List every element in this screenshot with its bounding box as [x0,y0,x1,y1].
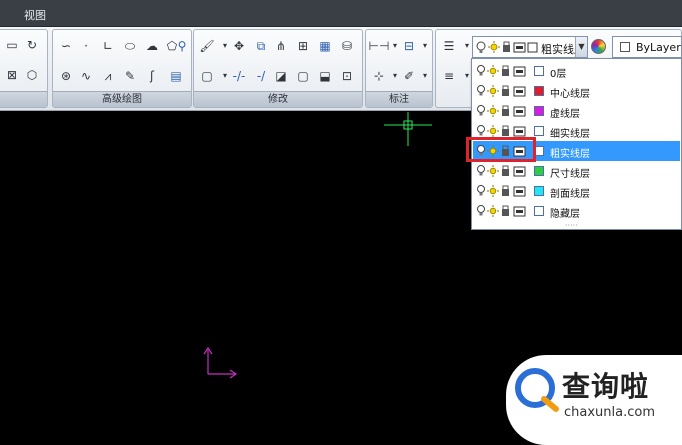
draw-panel-title [0,91,47,107]
rectangle-select-icon[interactable]: ▢ [198,67,216,85]
layer-name: 0层 [550,69,567,80]
spline-icon[interactable]: ∽ [57,37,75,55]
layer-color-swatch[interactable] [534,66,544,76]
dimension-title: 标注 [366,91,432,107]
pen-icon[interactable]: ✎ [121,67,139,85]
stamp-icon[interactable]: ⛁ [338,37,356,55]
copy-icon[interactable]: ⧉ [252,37,270,55]
layer-row[interactable]: 0层 [473,61,680,81]
ucs-axis-icon [203,346,238,379]
color-swatch [620,42,630,52]
color-label: ByLayer [636,41,681,54]
dropdown-resize-grip-icon[interactable]: ····· [565,221,578,230]
search-logo-icon [515,368,559,412]
extend-icon[interactable]: -/ [252,67,270,85]
table-icon[interactable]: ▤ [167,67,185,85]
lineweight-icon[interactable]: ≡ [440,67,458,85]
dropdown-chevron-icon[interactable]: ▾ [416,67,434,85]
angle-icon[interactable]: ∟ [99,37,117,55]
watermark: 查询啦 chaxunla.com [500,355,682,445]
chamfer-icon[interactable]: ⬓ [316,67,334,85]
layer-state-icons [476,41,538,53]
layer-dropdown-arrow-icon[interactable]: ▼ [575,37,587,57]
color-wheel-icon[interactable] [591,39,606,54]
revcloud-icon[interactable]: ☁ [143,37,161,55]
explode-icon[interactable]: ⊡ [338,67,356,85]
watermark-url: chaxunla.com [564,405,655,420]
wave-icon[interactable]: ∿ [77,67,95,85]
watermark-brand: 查询啦 [562,370,650,403]
menu-view[interactable]: 视图 [24,7,46,23]
layer-row[interactable]: 中心线层 [473,81,680,101]
region-icon[interactable]: ⊠ [3,66,21,84]
layer-state-icons[interactable] [476,84,532,98]
menu-bar: 视图 [0,0,682,27]
rectangle-icon[interactable]: ▭ [3,36,21,54]
redo-arc-icon[interactable]: ↻ [23,36,41,54]
color-combobox[interactable]: ByLayer [612,36,682,58]
layer-state-icons[interactable] [476,64,532,78]
modify-title: 修改 [194,91,362,107]
ellipse-icon[interactable]: ⬭ [121,37,139,55]
boundary-icon[interactable]: ⬡ [23,66,41,84]
fillet-icon[interactable]: ▢ [294,67,312,85]
advanced-draw-panel: ∽ · ∟ ⬭ ☁ ⬠ ⚲ ⊛ ∿ ⩘ ✎ ʃ ▤ 高级绘图 [52,29,192,108]
layer-name: 中心线层 [550,89,590,100]
break-line-icon[interactable]: ⩘ [99,67,117,85]
user-icon[interactable]: ⚲ [173,37,191,55]
donut-icon[interactable]: ⊛ [57,67,75,85]
helix-icon[interactable]: ʃ [143,67,161,85]
layer-combobox[interactable]: 粗实线层 ▼ [472,36,588,58]
dimension-panel: ⊢⊣ ▾ ⊟ ▾ ⊹ ▾ ✐ ▾ 标注 [365,29,433,108]
brush-icon[interactable]: 🖌 [198,37,216,55]
layer-properties-icon[interactable]: ☰ [440,37,458,55]
grid-icon[interactable]: ▦ [316,37,334,55]
move-icon[interactable]: ✥ [230,37,248,55]
trim-icon[interactable]: -/- [230,67,248,85]
point-icon[interactable]: · [77,37,95,55]
layer-color-swatch[interactable] [534,86,544,96]
mirror-icon[interactable]: ⋔ [272,37,290,55]
advanced-draw-title: 高级绘图 [53,91,191,107]
modify-panel: 🖌 ▾ ✥ ⧉ ⋔ ⊞ ▦ ⛁ ▢ ▾ -/- -/ ◪ ▢ ⬓ ⊡ 修改 [193,29,363,108]
draw-panel: ▭ ↻ ⊠ ⬡ [0,29,48,108]
dropdown-chevron-icon[interactable]: ▾ [416,37,434,55]
crosshair-cursor-icon [384,112,432,146]
array-icon[interactable]: ⊞ [294,37,312,55]
stretch-icon[interactable]: ◪ [272,67,290,85]
